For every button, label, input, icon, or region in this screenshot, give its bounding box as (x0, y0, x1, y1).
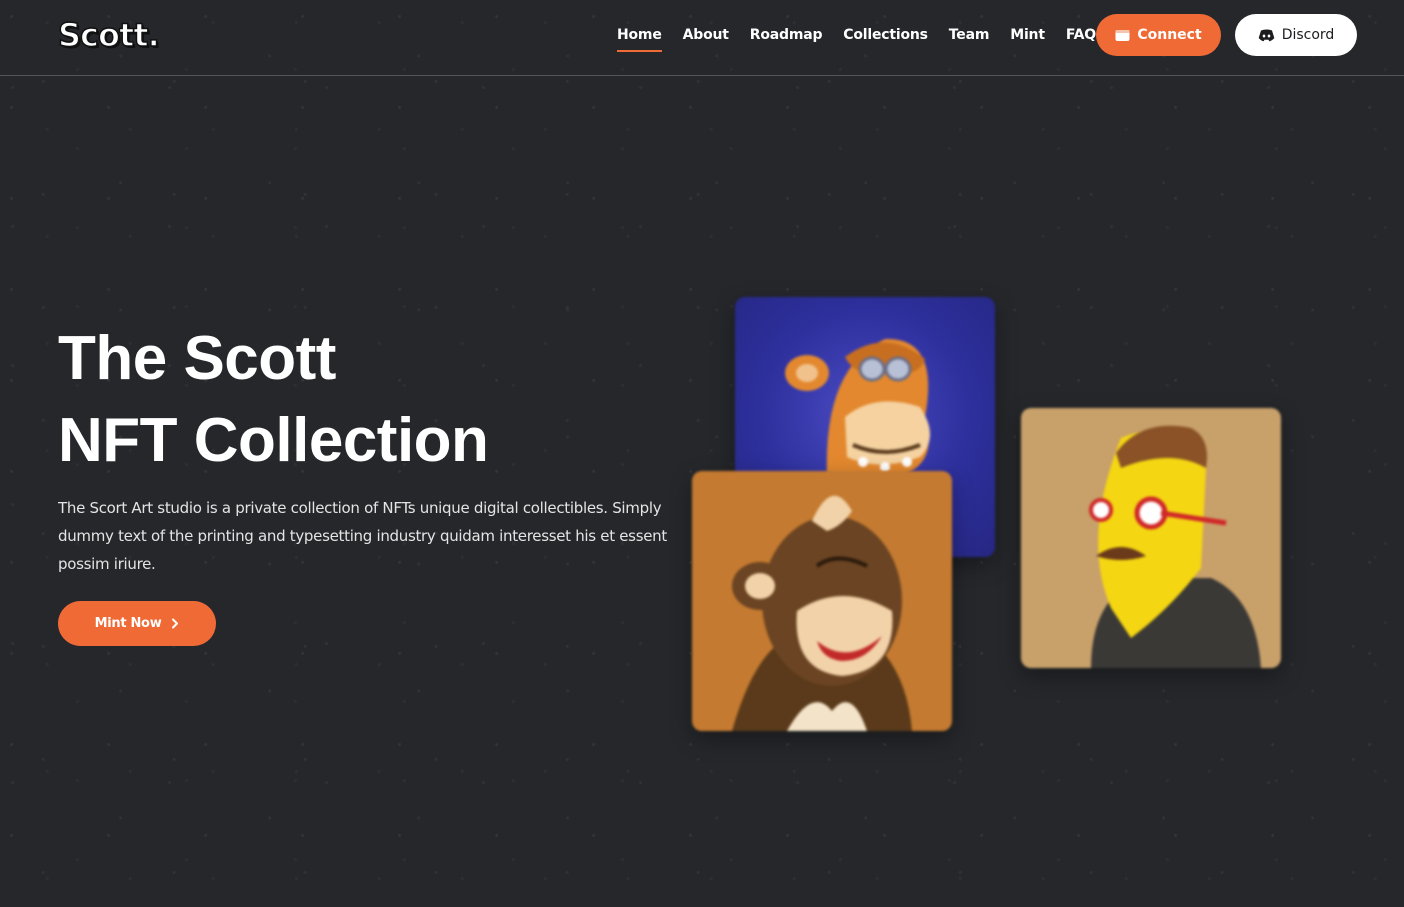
mint-now-button[interactable]: Mint Now (58, 601, 216, 646)
hero-title-line-2: NFT Collection (58, 406, 489, 475)
hero-description: The Scort Art studio is a private collec… (58, 499, 667, 573)
nav-item-home[interactable]: Home (617, 24, 662, 52)
chevron-right-icon (171, 618, 179, 629)
mint-now-label: Mint Now (94, 616, 162, 631)
main-nav: Home About Roadmap Collections Team Mint… (617, 24, 1117, 52)
nft-card-brown-monkey[interactable] (692, 471, 952, 731)
nft-image-brown-monkey (732, 495, 912, 731)
nav-item-roadmap[interactable]: Roadmap (750, 24, 823, 46)
nft-card-yellow-man[interactable] (1021, 408, 1281, 668)
nav-item-about[interactable]: About (683, 24, 729, 46)
hero-title-line-1: The Scott (58, 324, 336, 393)
nav-item-mint[interactable]: Mint (1010, 24, 1045, 46)
connect-label: Connect (1137, 27, 1202, 43)
nav-item-faq[interactable]: FAQ (1066, 24, 1096, 46)
nft-image-yellow-man (1089, 425, 1261, 668)
site-logo[interactable]: Scott. (57, 15, 160, 55)
hero-title: The Scott NFT Collection (58, 318, 489, 482)
discord-label: Discord (1281, 27, 1335, 43)
connect-button[interactable]: Connect (1096, 14, 1221, 56)
discord-button[interactable]: Discord (1235, 14, 1357, 56)
wallet-icon (1115, 29, 1130, 42)
discord-icon (1258, 29, 1275, 42)
site-header: Scott. Home About Roadmap Collections Te… (0, 0, 1404, 76)
nav-item-team[interactable]: Team (949, 24, 990, 46)
nav-item-collections[interactable]: Collections (843, 24, 928, 46)
